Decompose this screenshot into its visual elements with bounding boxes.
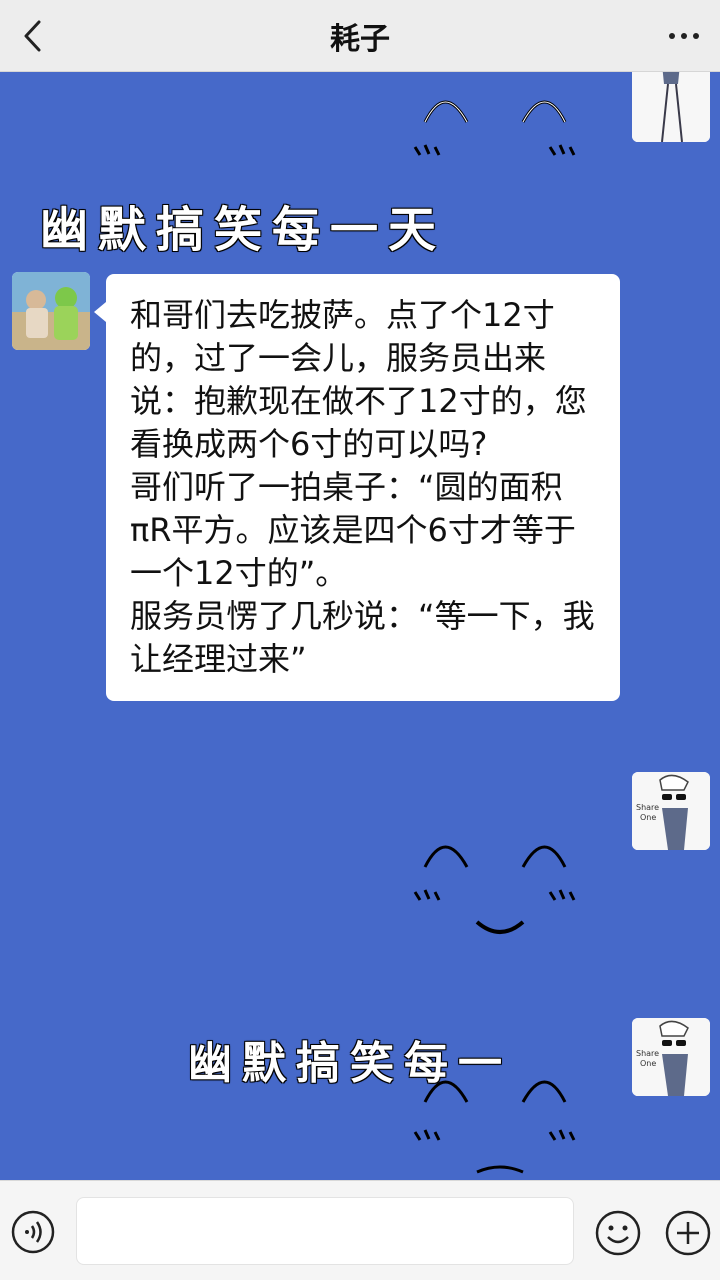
voice-button[interactable]: [10, 1209, 56, 1255]
chevron-left-icon: [24, 20, 41, 52]
svg-text:Share: Share: [636, 1049, 659, 1058]
avatar-self[interactable]: Share One: [632, 1018, 710, 1096]
back-button[interactable]: [14, 16, 54, 56]
smiley-doodle-icon: [413, 100, 576, 156]
avatar-self[interactable]: [632, 72, 710, 142]
plus-button[interactable]: [664, 1209, 712, 1257]
cartoon-boy-avatar-icon: Share One: [632, 772, 710, 850]
avatar-self[interactable]: Share One: [632, 772, 710, 850]
svg-text:One: One: [640, 1059, 656, 1068]
emoji-icon: [595, 1210, 641, 1256]
chat-area[interactable]: 幽默搞笑每一天 和哥们去吃披萨。点了个12寸的，过了一会儿，服务员出来说：抱歉现…: [0, 72, 720, 1180]
smiley-doodle-icon: [413, 1080, 576, 1174]
voice-icon: [11, 1210, 55, 1254]
message-paragraph: 哥们听了一拍桌子：“圆的面积πR平方。应该是四个6寸才等于一个12寸的”。: [130, 468, 576, 592]
smiley-doodle-icon: [413, 845, 576, 934]
message-bubble[interactable]: 和哥们去吃披萨。点了个12寸的，过了一会儿，服务员出来说：抱歉现在做不了12寸的…: [94, 274, 620, 701]
message-paragraph: 和哥们去吃披萨。点了个12寸的，过了一会儿，服务员出来说：抱歉现在做不了12寸的…: [130, 296, 587, 463]
svg-text:One: One: [640, 813, 656, 822]
kids-photo-avatar-icon: [12, 272, 90, 350]
doodle-caption-1: 幽默搞笑每一天: [40, 202, 447, 258]
cartoon-boy-avatar-icon: [632, 72, 710, 142]
more-button[interactable]: [664, 16, 704, 56]
input-bar: [0, 1180, 720, 1280]
more-dots-icon: [669, 33, 675, 39]
chat-header: 耗子: [0, 0, 720, 72]
cartoon-boy-avatar-icon: Share One: [632, 1018, 710, 1096]
avatar-friend[interactable]: [12, 272, 90, 350]
emoji-button[interactable]: [594, 1209, 642, 1257]
message-input[interactable]: [76, 1197, 574, 1265]
plus-icon: [665, 1210, 711, 1256]
chat-title: 耗子: [330, 21, 390, 57]
message-paragraph: 服务员愣了几秒说：“等一下，我让经理过来”: [130, 597, 595, 678]
svg-text:Share: Share: [636, 803, 659, 812]
